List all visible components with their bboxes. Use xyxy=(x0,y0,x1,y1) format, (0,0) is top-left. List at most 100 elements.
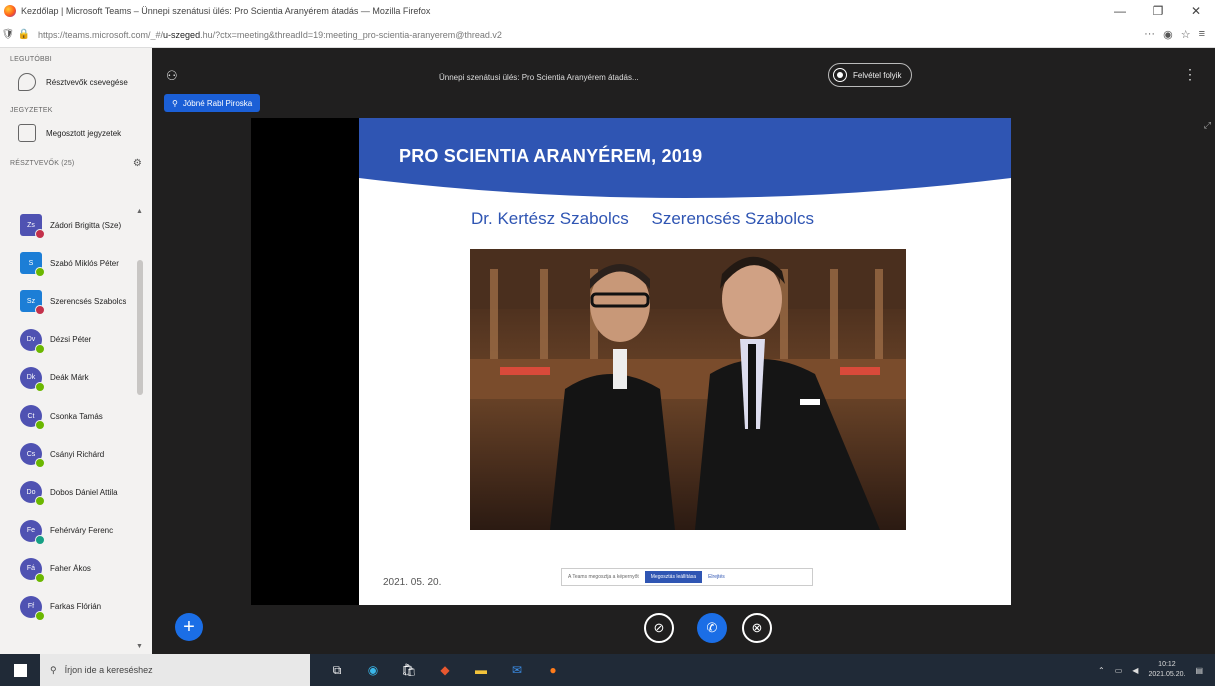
clock[interactable]: 10:12 2021.05.20. xyxy=(1148,660,1185,680)
participant-name: Csonka Tamás xyxy=(50,411,103,421)
participant-name: Dobos Dániel Attila xyxy=(50,487,118,497)
minimize-button[interactable]: — xyxy=(1101,4,1139,18)
clock-date: 2021.05.20. xyxy=(1148,671,1186,678)
presence-status-icon xyxy=(35,381,45,392)
participants-icon[interactable]: ⚇ xyxy=(166,68,178,84)
presence-status-icon xyxy=(35,572,45,583)
lock-icon[interactable]: 🔒 xyxy=(16,29,32,40)
shared-notes-item[interactable]: Megosztott jegyzetek xyxy=(0,116,152,150)
more-options-icon[interactable]: ⋮ xyxy=(1183,66,1197,83)
pocket-icon[interactable]: ◉ xyxy=(1163,28,1173,41)
notifications-icon[interactable]: ▤ xyxy=(1195,666,1203,675)
participant-name: Dézsi Péter xyxy=(50,335,92,345)
avatar: Cs xyxy=(20,443,45,469)
meeting-stage: ⚇ Ünnepi szenátusi ülés: Pro Scientia Ar… xyxy=(152,48,1215,654)
slide-title: PRO SCIENTIA ARANYÉREM, 2019 xyxy=(399,146,703,166)
presence-status-icon xyxy=(35,420,45,431)
participant-row[interactable]: Ct Csonka Tamás xyxy=(0,397,152,435)
section-participants-label: RÉSZTVEVŐK (25) ⚙ xyxy=(10,158,142,169)
participant-row[interactable]: S Szabó Miklós Péter xyxy=(0,244,152,282)
participant-row[interactable]: Dv Dézsi Péter xyxy=(0,321,152,359)
avatar-initials: Dv xyxy=(26,336,36,344)
section-recent-label: LEGUTÓBBI xyxy=(10,56,52,63)
name-right: Szerencsés Szabolcs xyxy=(651,209,815,228)
taskbar-search[interactable]: ⚲ Írjon ide a kereséshez xyxy=(40,654,310,686)
page-actions-icon[interactable]: ··· xyxy=(1144,28,1155,41)
avatar: Fá xyxy=(20,557,45,583)
clock-time: 10:12 xyxy=(1158,661,1176,668)
firefox-taskbar-icon[interactable]: ● xyxy=(542,659,564,681)
avatar-initials: Do xyxy=(26,488,36,496)
mute-microphone-button[interactable]: ⊘ xyxy=(644,613,674,643)
shield-icon[interactable]: 🛡 xyxy=(0,29,16,40)
camera-off-button[interactable]: ⊗ xyxy=(742,613,772,643)
presenter-name: Jóbné Rabl Piroska xyxy=(182,98,253,108)
avatar: Fe xyxy=(20,519,45,545)
office-icon[interactable]: ◆ xyxy=(434,659,456,681)
slide-names: Dr. Kertész Szabolcs Szerencsés Szabolcs xyxy=(471,209,832,229)
participants-chat-item[interactable]: Résztvevők csevegése xyxy=(0,65,152,99)
meeting-sidebar: LEGUTÓBBI Résztvevők csevegése JEGYZETEK… xyxy=(0,48,152,654)
presence-status-icon xyxy=(35,496,45,507)
mail-icon[interactable]: ✉ xyxy=(506,659,528,681)
avatar: Sz xyxy=(20,290,45,316)
avatar-initials: Zs xyxy=(27,221,35,229)
menu-icon[interactable]: ≡ xyxy=(1199,28,1205,41)
presentation-slide: PRO SCIENTIA ARANYÉREM, 2019 Dr. Kertész… xyxy=(359,118,1011,605)
fullscreen-icon[interactable]: ⤢ xyxy=(1204,120,1211,131)
meeting-title: Ünnepi szenátusi ülés: Pro Scientia Aran… xyxy=(439,73,639,82)
url-domain: u-szeged xyxy=(163,29,201,40)
bookmark-star-icon[interactable]: ☆ xyxy=(1181,28,1191,41)
avatar: S xyxy=(20,252,45,278)
avatar-initials: Fá xyxy=(26,565,36,573)
stop-sharing-button[interactable]: Megosztás leállítása xyxy=(644,571,703,583)
store-icon[interactable]: 🛍 xyxy=(398,659,420,681)
presence-status-icon xyxy=(35,610,45,621)
participant-row[interactable]: Ff Farkas Flórián xyxy=(0,588,152,626)
file-explorer-icon[interactable]: ▬ xyxy=(470,659,492,681)
participant-name: Faher Ákos xyxy=(50,564,91,574)
chat-icon xyxy=(18,73,36,91)
windows-icon xyxy=(13,663,27,677)
scroll-up-icon[interactable]: ▲ xyxy=(136,208,143,215)
windows-taskbar: ⚲ Írjon ide a kereséshez ⧉ ◉ 🛍 ◆ ▬ ✉ ● ⌃… xyxy=(0,654,1215,686)
avatar-initials: Sz xyxy=(26,297,36,305)
gear-icon[interactable]: ⚙ xyxy=(133,158,142,169)
participant-row[interactable]: Dk Deák Márk xyxy=(0,359,152,397)
recording-indicator[interactable]: Felvétel folyik xyxy=(828,63,913,87)
participant-row[interactable]: Fá Faher Ákos xyxy=(0,550,152,588)
participants-scrollbar[interactable] xyxy=(137,260,143,395)
participant-row[interactable]: Fe Fehérváry Ferenc xyxy=(0,512,152,550)
url-field[interactable]: https://teams.microsoft.com/_#/u-szeged.… xyxy=(32,30,1144,40)
participant-row[interactable]: Zs Zádori Brigitta (Sze) xyxy=(0,206,152,244)
volume-icon[interactable]: ◀ xyxy=(1132,666,1138,675)
close-button[interactable]: ✕ xyxy=(1177,4,1215,18)
participant-row[interactable]: Cs Csányi Richárd xyxy=(0,435,152,473)
presence-status-icon xyxy=(35,458,45,469)
participant-row[interactable]: Sz Szerencsés Szabolcs xyxy=(0,282,152,320)
browser-titlebar: Kezdőlap | Microsoft Teams – Ünnepi szen… xyxy=(0,0,1215,22)
avatar: Ff xyxy=(20,595,45,621)
scroll-down-icon[interactable]: ▼ xyxy=(136,643,143,650)
start-button[interactable] xyxy=(0,663,40,677)
participant-name: Szerencsés Szabolcs xyxy=(50,296,127,306)
avatar-initials: Fe xyxy=(26,527,36,535)
add-participant-button[interactable]: + xyxy=(175,613,203,641)
section-notes-label: JEGYZETEK xyxy=(10,107,53,114)
task-view-icon[interactable]: ⧉ xyxy=(326,659,348,681)
avatar: Zs xyxy=(20,214,45,240)
participant-name: Farkas Flórián xyxy=(50,602,102,612)
hide-share-bar-button[interactable]: Elrejtés xyxy=(708,574,725,580)
note-icon xyxy=(18,124,36,142)
tray-chevron-icon[interactable]: ⌃ xyxy=(1098,666,1105,675)
edge-icon[interactable]: ◉ xyxy=(362,659,384,681)
participant-row[interactable]: Do Dobos Dániel Attila xyxy=(0,473,152,511)
camera-off-icon: ⊗ xyxy=(751,620,763,635)
call-button[interactable]: ✆ xyxy=(697,613,727,643)
taskbar-apps: ⧉ ◉ 🛍 ◆ ▬ ✉ ● xyxy=(310,659,564,681)
avatar: Ct xyxy=(20,405,45,431)
network-icon[interactable]: ▭ xyxy=(1115,666,1123,675)
maximize-button[interactable]: ❐ xyxy=(1139,4,1177,18)
presenter-badge: ⚲ Jóbné Rabl Piroska xyxy=(164,94,261,112)
avatar-initials: Ff xyxy=(27,603,35,611)
